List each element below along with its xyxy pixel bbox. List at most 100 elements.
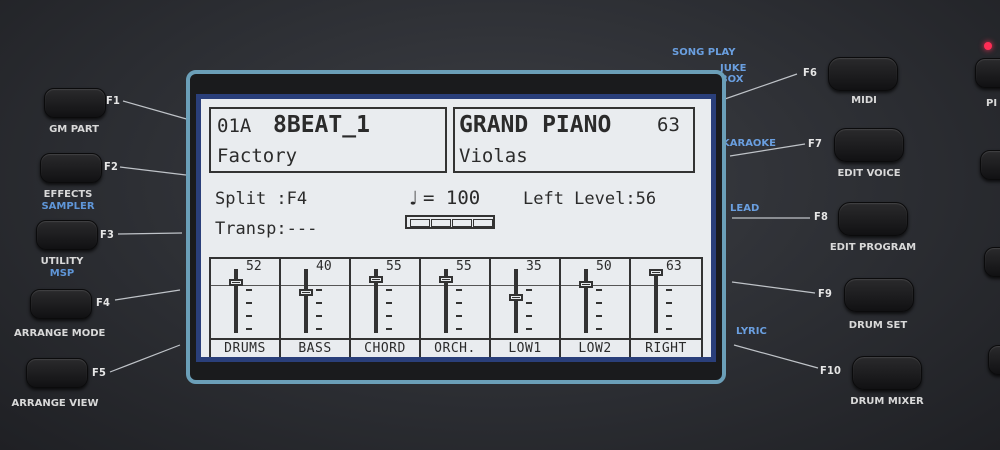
mixer-channel-chord[interactable]: 55 CHORD [351, 259, 421, 357]
right-edge-button-4[interactable] [988, 345, 1000, 375]
note-icon: ♩ [407, 186, 420, 210]
fader-tick [456, 328, 462, 330]
channel-label: RIGHT [631, 338, 701, 356]
lcd-screen: 01A 8BEAT_1 Factory GRAND PIANO 63 Viola… [196, 94, 716, 362]
fader-tick [246, 315, 252, 317]
beat-indicator [405, 215, 495, 229]
f10-function-label: DRUM MIXER [850, 396, 924, 407]
f7-function-label: EDIT VOICE [837, 168, 901, 179]
fader-tick [316, 315, 322, 317]
fader-tick [526, 315, 532, 317]
transpose: Transp:--- [215, 219, 318, 239]
f5-key-label: F5 [92, 366, 107, 379]
fader-knob[interactable] [579, 280, 593, 288]
fader-tick [386, 302, 392, 304]
voice-number: 63 [657, 114, 680, 136]
f4-key-label: F4 [96, 296, 111, 309]
karaoke-label: KARAOKE [722, 138, 777, 149]
fader-level-value: 63 [666, 259, 682, 274]
f1-button[interactable] [44, 88, 106, 118]
mixer-channel-orch[interactable]: 55 ORCH. [421, 259, 491, 357]
fader-knob[interactable] [369, 276, 383, 284]
tempo-value: = 100 [423, 187, 481, 209]
style-name: 8BEAT_1 [273, 112, 370, 138]
f7-button[interactable] [834, 128, 904, 162]
lyric-label: LYRIC [736, 326, 767, 337]
f2-button[interactable] [40, 153, 102, 183]
f8-key-label: F8 [814, 210, 829, 223]
fader-level-value: 55 [456, 259, 472, 274]
fader-knob[interactable] [509, 293, 523, 301]
fader-track [654, 269, 658, 333]
fader-tick [386, 328, 392, 330]
f3-button[interactable] [36, 220, 98, 250]
voice-name: GRAND PIANO [459, 112, 612, 138]
fader-tick [246, 302, 252, 304]
f9-key-label: F9 [818, 287, 833, 300]
fader-tick [666, 289, 672, 291]
fader-tick [666, 302, 672, 304]
f8-button[interactable] [838, 202, 908, 236]
f3-key-label: F3 [100, 228, 115, 241]
f10-button[interactable] [852, 356, 922, 390]
lead-label: LEAD [730, 203, 760, 214]
fader-level-value: 50 [596, 259, 612, 274]
fader-tick [666, 315, 672, 317]
split-point: Split :F4 [215, 189, 308, 209]
mixer-channel-bass[interactable]: 40 BASS [281, 259, 351, 357]
song-play-label: SONG PLAY [672, 47, 736, 58]
f9-button[interactable] [844, 278, 914, 312]
f3-shift-label: MSP [49, 268, 75, 279]
mixer-channel-low2[interactable]: 50 LOW2 [561, 259, 631, 357]
f6-button[interactable] [828, 57, 898, 91]
mixer-channel-drums[interactable]: 52 DRUMS [211, 259, 281, 357]
fader-tick [596, 328, 602, 330]
style-bank: Factory [217, 145, 298, 167]
f2-key-label: F2 [104, 160, 119, 173]
fader-tick [386, 315, 392, 317]
fader-level-value: 52 [246, 259, 262, 274]
right-edge-button-1[interactable] [975, 58, 1000, 88]
right-edge-button-2[interactable] [980, 150, 1000, 180]
fader-level-value: 55 [386, 259, 402, 274]
f5-button[interactable] [26, 358, 88, 388]
fader-tick [316, 328, 322, 330]
fader-level-value: 40 [316, 259, 332, 274]
f3-function-label: UTILITY [40, 256, 84, 267]
channel-label: BASS [281, 338, 349, 356]
f6-key-label: F6 [803, 66, 818, 79]
fader-tick [246, 289, 252, 291]
fader-tick [526, 289, 532, 291]
fader-tick [456, 302, 462, 304]
fader-tick [386, 289, 392, 291]
fader-tick [456, 289, 462, 291]
fader-tick [526, 328, 532, 330]
f4-button[interactable] [30, 289, 92, 319]
fader-track [514, 269, 518, 333]
voice-sub: Violas [459, 145, 528, 167]
channel-label: ORCH. [421, 338, 489, 356]
fader-knob[interactable] [649, 269, 663, 276]
right-edge-button-3[interactable] [984, 247, 1000, 277]
fader-knob[interactable] [439, 276, 453, 284]
fader-tick [526, 302, 532, 304]
fader-knob[interactable] [229, 278, 243, 286]
right-edge-label: PI [986, 98, 998, 109]
f8-function-label: EDIT PROGRAM [829, 242, 917, 253]
style-number: 01A [217, 115, 252, 137]
mixer-channel-right[interactable]: 63 RIGHT [631, 259, 701, 357]
volume-mixer: 52 DRUMS 40 BASS 55 CHORD 55 ORCH. 35 LOW1 50 LOW2 6… [209, 257, 703, 357]
style-box[interactable]: 01A 8BEAT_1 Factory [209, 107, 447, 173]
fader-tick [596, 315, 602, 317]
f7-key-label: F7 [808, 137, 823, 150]
f9-function-label: DRUM SET [848, 320, 908, 331]
fader-tick [596, 302, 602, 304]
voice-box[interactable]: GRAND PIANO 63 Violas [453, 107, 695, 173]
mixer-channel-low1[interactable]: 35 LOW1 [491, 259, 561, 357]
fader-tick [246, 328, 252, 330]
fader-knob[interactable] [299, 289, 313, 297]
fader-track [304, 269, 308, 333]
f5-function-label: ARRANGE VIEW [11, 398, 99, 409]
channel-label: CHORD [351, 338, 419, 356]
f10-key-label: F10 [820, 364, 842, 377]
